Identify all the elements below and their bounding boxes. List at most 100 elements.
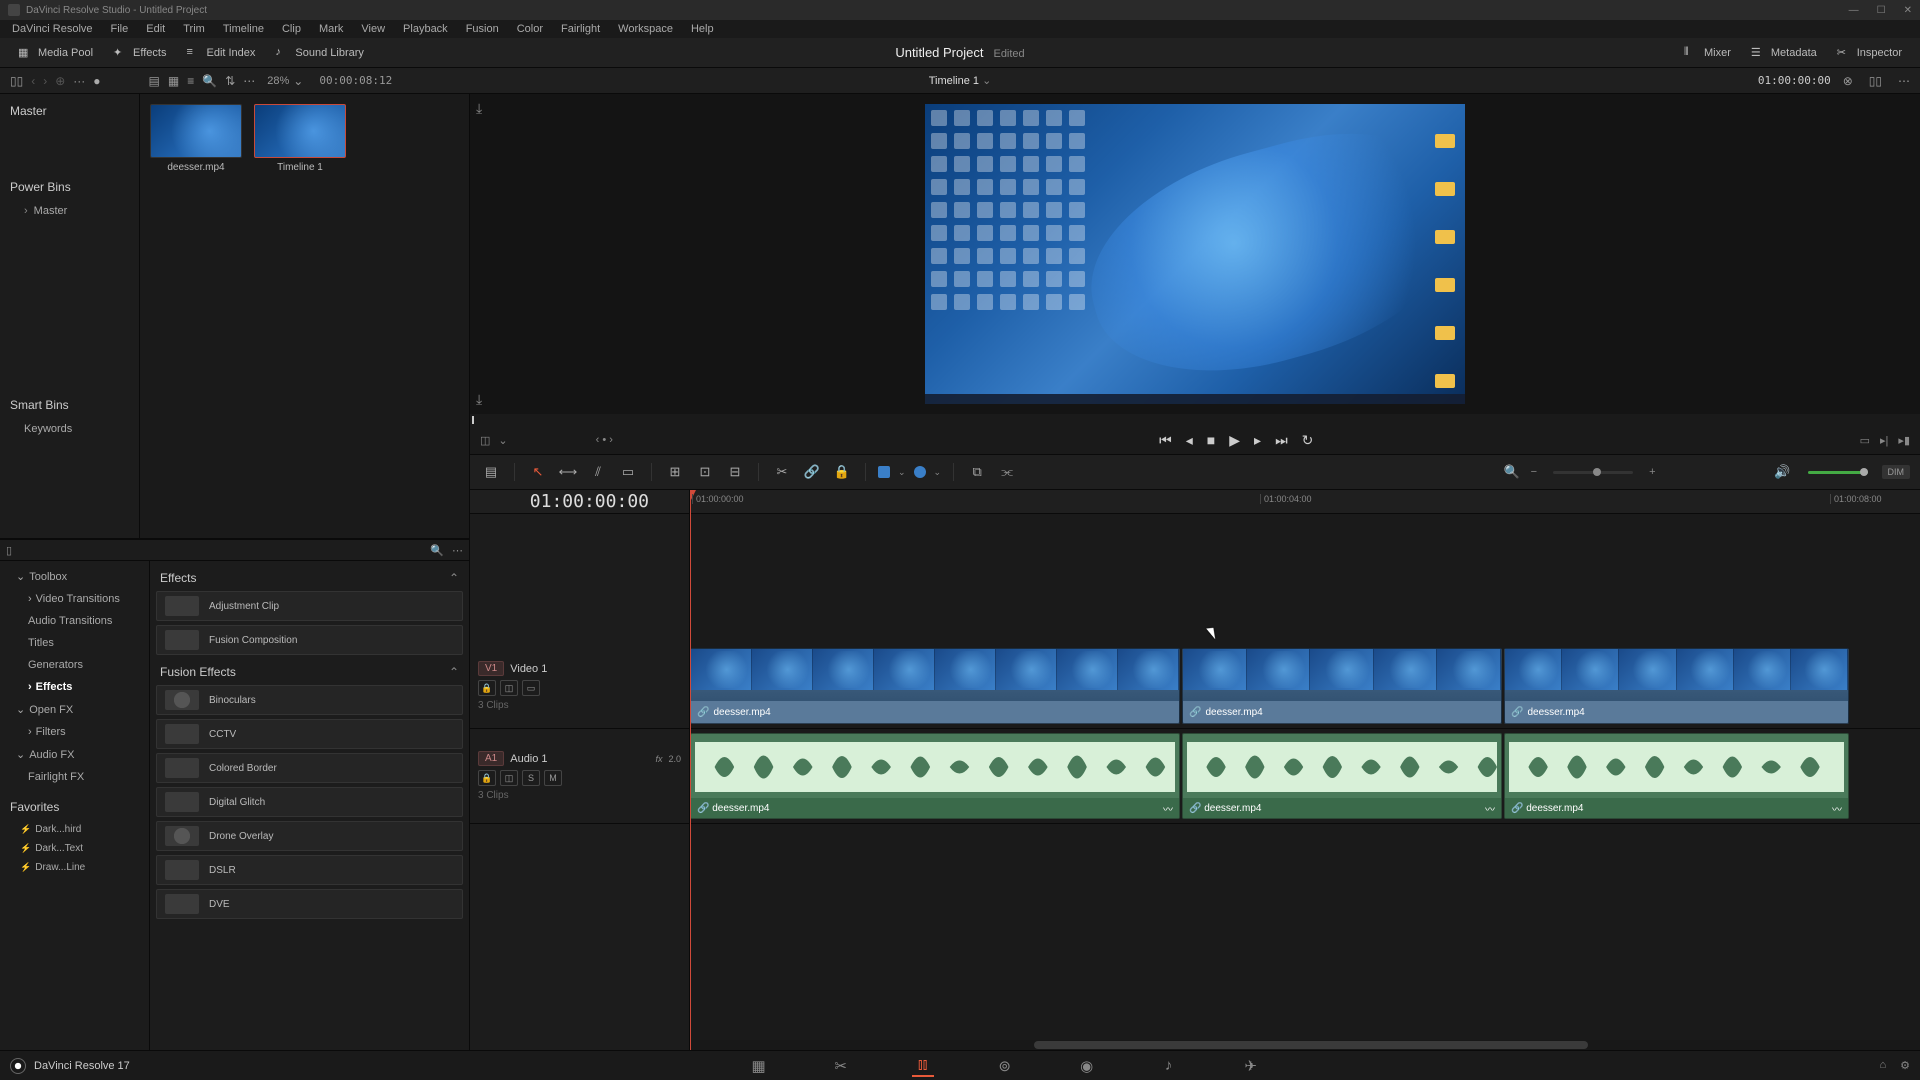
selection-tool[interactable]: ↖ — [527, 461, 549, 483]
menu-fusion[interactable]: Fusion — [458, 23, 507, 35]
minimize-button[interactable]: — — [1849, 5, 1859, 16]
stop-button[interactable]: ■ — [1207, 432, 1215, 448]
tree-generators[interactable]: Generators — [0, 654, 149, 676]
tree-toolbox[interactable]: Toolbox — [0, 565, 149, 588]
track-lock-button[interactable]: 🔒 — [478, 770, 496, 786]
track-solo-button[interactable]: S — [522, 770, 540, 786]
video-clip[interactable]: 🔗deesser.mp4 — [1182, 648, 1502, 724]
playhead[interactable] — [690, 490, 691, 1050]
edit-index-button[interactable]: ≡Edit Index — [176, 42, 265, 64]
import-button[interactable]: ⊕ — [51, 72, 69, 90]
timeline-scrollbar[interactable] — [690, 1040, 1920, 1050]
zoom-dropdown[interactable]: ⌄ — [289, 72, 307, 90]
audio-clip[interactable]: 🔗 deesser.mp4〰 — [690, 733, 1180, 819]
fx-item[interactable]: Digital Glitch — [156, 787, 463, 817]
viewer-next-icon[interactable]: ⤓ — [476, 391, 482, 408]
bypass-button[interactable]: ⊗ — [1839, 72, 1857, 90]
menu-mark[interactable]: Mark — [311, 23, 351, 35]
tree-fairlightfx[interactable]: Fairlight FX — [0, 766, 149, 788]
panel-layout-button[interactable]: ▯▯ — [6, 72, 27, 90]
effects-button[interactable]: ✦Effects — [103, 42, 176, 64]
menu-davinci[interactable]: DaVinci Resolve — [4, 23, 101, 35]
bin-power-master[interactable]: Master — [0, 200, 139, 222]
audio-clip[interactable]: 🔗 deesser.mp4〰 — [1182, 733, 1502, 819]
video-clip[interactable]: 🔗deesser.mp4 — [1504, 648, 1849, 724]
clip-thumb[interactable]: deesser.mp4 — [150, 104, 242, 173]
tree-openfx[interactable]: Open FX — [0, 698, 149, 721]
tree-audiofx[interactable]: Audio FX — [0, 743, 149, 766]
fx-item[interactable]: DVE — [156, 889, 463, 919]
effects-more-button[interactable]: ⋯ — [452, 544, 463, 557]
fx-item[interactable]: CCTV — [156, 719, 463, 749]
menu-file[interactable]: File — [103, 23, 137, 35]
fx-item[interactable]: Drone Overlay — [156, 821, 463, 851]
close-button[interactable]: ✕ — [1904, 5, 1912, 16]
metadata-button[interactable]: ☰Metadata — [1741, 42, 1827, 64]
timeline-body[interactable]: 01:00:00:00 01:00:04:00 01:00:08:00 🔗dee… — [690, 490, 1920, 1050]
deliver-page-button[interactable]: ✈ — [1240, 1055, 1262, 1077]
sound-library-button[interactable]: ♪Sound Library — [265, 42, 374, 64]
razor-button[interactable]: ✂ — [771, 461, 793, 483]
audio-track-header[interactable]: A1 Audio 1 fx 2.0 🔒 ◫ S M 3 Clips — [470, 729, 689, 824]
settings-button[interactable]: ⚙ — [1900, 1059, 1910, 1072]
section-effects[interactable]: Effects — [156, 565, 463, 591]
breadcrumb[interactable]: ··· — [69, 72, 89, 90]
fx-item[interactable]: Adjustment Clip — [156, 591, 463, 621]
trim-tool[interactable]: ⟷ — [557, 461, 579, 483]
media-pool-button[interactable]: ▦Media Pool — [8, 42, 103, 64]
dynamic-trim-tool[interactable]: ⫽ — [587, 461, 609, 483]
track-auto-select-button[interactable]: ◫ — [500, 680, 518, 696]
replace-button[interactable]: ⊟ — [724, 461, 746, 483]
lock-button[interactable]: 🔒 — [831, 461, 853, 483]
maximize-button[interactable]: ☐ — [1877, 5, 1886, 16]
viewer[interactable]: ⤓ ⤓ — [470, 94, 1920, 414]
fairlight-page-button[interactable]: ♪ — [1158, 1055, 1180, 1077]
audio-track[interactable]: 🔗 deesser.mp4〰 🔗 deesser.mp4〰 🔗 deesser.… — [690, 729, 1920, 824]
search-button[interactable]: 🔍 — [198, 72, 221, 90]
view-list-icon[interactable]: ≡ — [183, 72, 198, 90]
menu-clip[interactable]: Clip — [274, 23, 309, 35]
media-page-button[interactable]: ▦ — [748, 1055, 770, 1077]
tree-effects[interactable]: Effects — [0, 676, 149, 698]
tree-audio-transitions[interactable]: Audio Transitions — [0, 610, 149, 632]
sort-button[interactable]: ⇅ — [221, 72, 239, 90]
tree-video-transitions[interactable]: Video Transitions — [0, 588, 149, 610]
viewer-match-frame-icon[interactable]: ⤓ — [476, 100, 482, 117]
snap-button[interactable]: ⧉ — [966, 461, 988, 483]
audio-clip[interactable]: 🔗 deesser.mp4〰 — [1504, 733, 1849, 819]
audio-track-id[interactable]: A1 — [478, 751, 504, 766]
first-frame-button[interactable]: ⏮ — [1159, 432, 1172, 449]
edit-page-button[interactable]: ⫾⫾ — [912, 1055, 934, 1077]
fx-item[interactable]: Fusion Composition — [156, 625, 463, 655]
viewer-zoom[interactable]: 28% — [267, 75, 289, 87]
dual-viewer-button[interactable]: ▯▯ — [1865, 72, 1886, 90]
bin-smart-bins[interactable]: Smart Bins — [0, 392, 139, 418]
menu-trim[interactable]: Trim — [175, 23, 213, 35]
video-track-id[interactable]: V1 — [478, 661, 504, 676]
video-track[interactable]: 🔗deesser.mp4 🔗deesser.mp4 🔗deesser.mp4 — [690, 644, 1920, 729]
timeline-zoom-slider[interactable] — [1553, 471, 1633, 474]
bin-power-bins[interactable]: Power Bins — [0, 174, 139, 200]
blade-tool[interactable]: ▭ — [617, 461, 639, 483]
transport-dropdown[interactable]: ⌄ — [498, 434, 507, 447]
view-metadata-icon[interactable]: ▤ — [145, 72, 164, 90]
more-button[interactable]: ⋯ — [239, 72, 259, 90]
menu-help[interactable]: Help — [683, 23, 722, 35]
timeline-view-options[interactable]: ▤ — [480, 461, 502, 483]
inspector-button[interactable]: ✂Inspector — [1827, 42, 1912, 64]
fx-item[interactable]: DSLR — [156, 855, 463, 885]
fav-item[interactable]: Dark...hird — [0, 820, 149, 839]
track-disable-button[interactable]: ▭ — [522, 680, 540, 696]
tree-titles[interactable]: Titles — [0, 632, 149, 654]
menu-view[interactable]: View — [353, 23, 393, 35]
clip-thumb[interactable]: Timeline 1 — [254, 104, 346, 173]
prev-frame-button[interactable]: ◂ — [1186, 432, 1193, 449]
color-page-button[interactable]: ◉ — [1076, 1055, 1098, 1077]
menu-timeline[interactable]: Timeline — [215, 23, 272, 35]
loop-button[interactable]: ↻ — [1302, 432, 1314, 449]
track-mute-button[interactable]: M — [544, 770, 562, 786]
timeline-name[interactable]: Timeline 1 ⌄ — [929, 74, 992, 87]
section-fusion-effects[interactable]: Fusion Effects — [156, 659, 463, 685]
timeline-ruler[interactable]: 01:00:00:00 01:00:04:00 01:00:08:00 — [690, 490, 1920, 514]
fusion-page-button[interactable]: ⊚ — [994, 1055, 1016, 1077]
